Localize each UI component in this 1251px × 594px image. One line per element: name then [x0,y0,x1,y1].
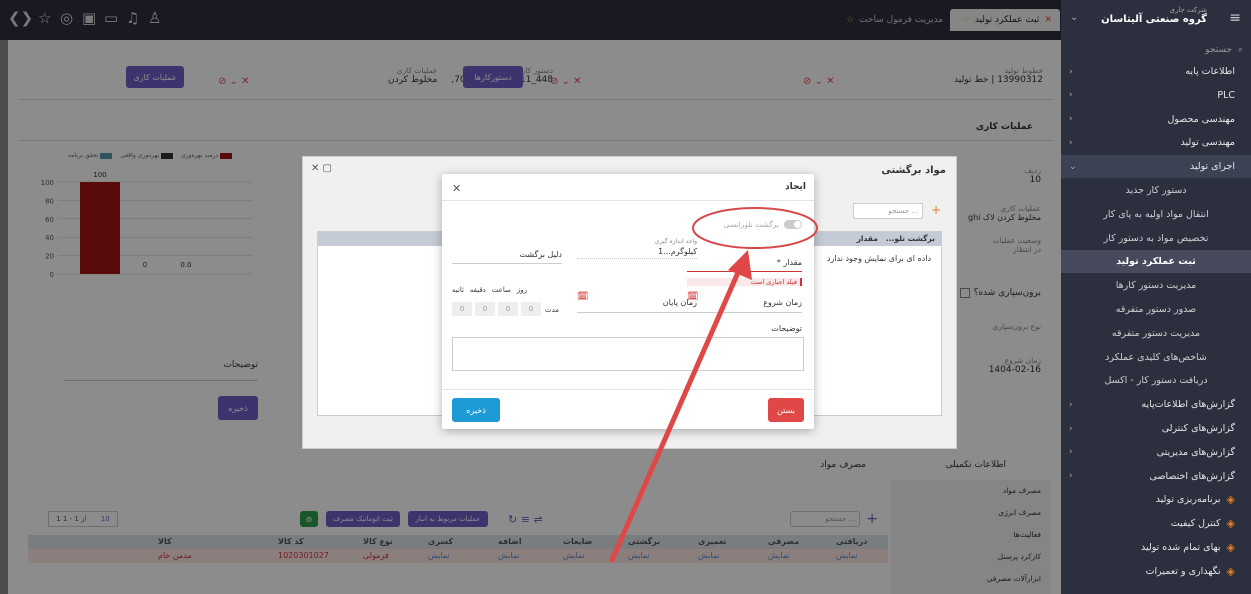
annotation-arrow [609,207,818,563]
